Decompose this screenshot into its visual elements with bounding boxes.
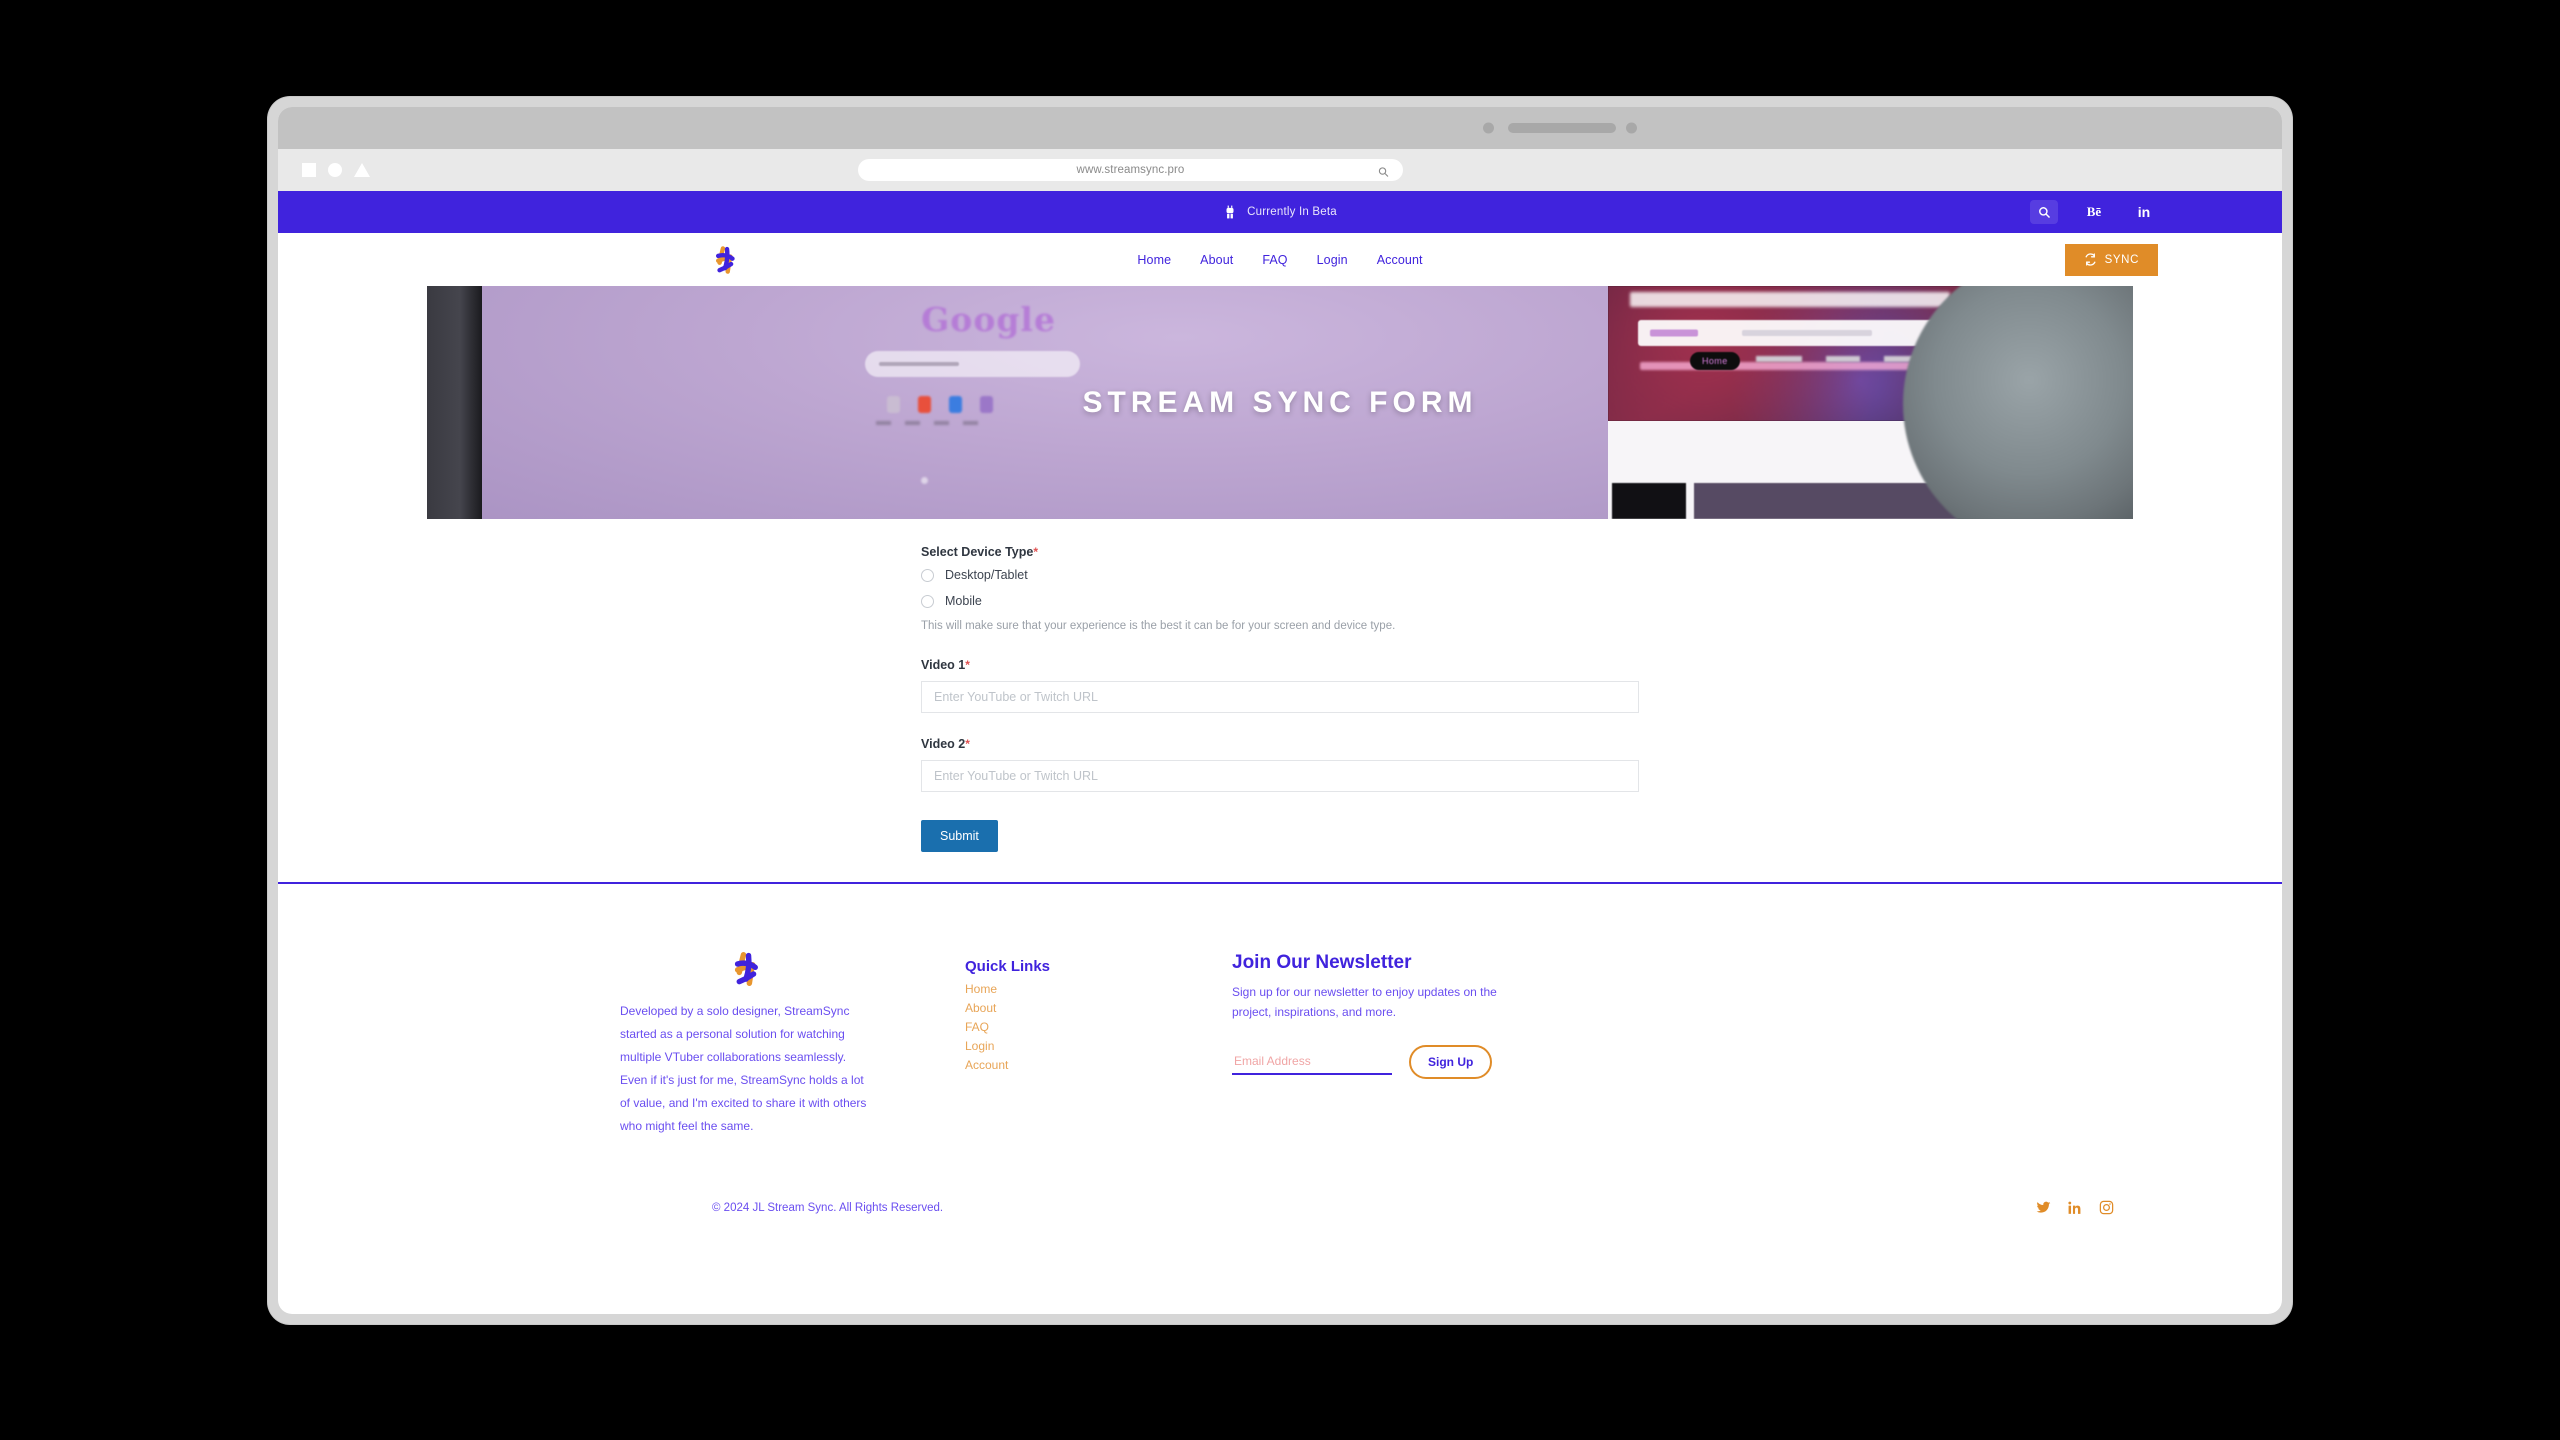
video1-input[interactable] — [921, 681, 1639, 713]
radio-mobile-label: Mobile — [945, 594, 982, 608]
newsletter-signup-button[interactable]: Sign Up — [1409, 1044, 1493, 1079]
nav-link-faq[interactable]: FAQ — [1262, 253, 1287, 267]
quick-links-title: Quick Links — [965, 958, 1051, 975]
window-controls — [302, 163, 370, 177]
robot-icon — [1223, 205, 1237, 219]
footer-link-faq[interactable]: FAQ — [965, 1020, 1232, 1034]
hero-banner: Google Home STREAM SYNC FORM — [427, 286, 2133, 519]
instagram-icon[interactable] — [2099, 1200, 2114, 1215]
footer-newsletter-column: Join Our Newsletter Sign up for our news… — [1232, 948, 1652, 1079]
beta-announcement-bar: Currently In Beta Bē in — [278, 191, 2282, 233]
twitter-icon[interactable] — [2036, 1200, 2051, 1215]
linkedin-icon[interactable]: in — [2130, 200, 2158, 224]
site-content: Currently In Beta Bē in Home About FAQ L… — [278, 191, 2282, 1242]
browser-window: www.streamsync.pro Currently In Beta Bē … — [278, 107, 2282, 1314]
video1-label-text: Video 1 — [921, 658, 966, 672]
titlebar-tab-pill[interactable] — [1508, 123, 1616, 133]
linkedin-icon[interactable] — [2068, 1201, 2082, 1215]
nav-links: Home About FAQ Login Account — [1137, 253, 1422, 267]
url-text: www.streamsync.pro — [1076, 164, 1185, 176]
main-navigation: Home About FAQ Login Account SYNC — [278, 233, 2282, 286]
newsletter-subtitle: Sign up for our newsletter to enjoy upda… — [1232, 985, 1497, 1019]
radio-option-desktop-tablet[interactable]: Desktop/Tablet — [921, 568, 1639, 582]
footer-link-about[interactable]: About — [965, 1001, 1232, 1015]
sync-button-label: SYNC — [2104, 253, 2139, 266]
video2-label-text: Video 2 — [921, 737, 966, 751]
nav-link-login[interactable]: Login — [1317, 253, 1348, 267]
newsletter-title: Join Our Newsletter — [1232, 952, 1412, 973]
site-footer: Developed by a solo designer, StreamSync… — [278, 884, 2282, 1242]
search-icon[interactable] — [2030, 200, 2058, 224]
footer-quick-links-column: Quick Links Home About FAQ Login Account — [872, 948, 1232, 1077]
titlebar-dot-left — [1483, 122, 1494, 134]
required-marker: * — [965, 737, 970, 751]
nav-link-account[interactable]: Account — [1377, 253, 1423, 267]
browser-toolbar: www.streamsync.pro — [278, 149, 2282, 191]
radio-desktop-tablet[interactable] — [921, 568, 934, 582]
newsletter-email-input[interactable] — [1232, 1048, 1392, 1075]
titlebar-dot-right — [1626, 122, 1637, 134]
required-marker: * — [965, 658, 970, 672]
radio-mobile[interactable] — [921, 594, 934, 608]
newsletter-form: Sign Up — [1232, 1044, 1652, 1079]
search-icon[interactable] — [1378, 165, 1389, 177]
square-icon[interactable] — [302, 163, 316, 177]
copyright-text: © 2024 JL Stream Sync. All Rights Reserv… — [712, 1201, 944, 1214]
device-frame: www.streamsync.pro Currently In Beta Bē … — [268, 97, 2292, 1324]
video1-label: Video 1* — [921, 658, 1639, 672]
beta-label: Currently In Beta — [1247, 206, 1337, 218]
device-type-label: Select Device Type* — [921, 545, 1639, 559]
device-type-help-text: This will make sure that your experience… — [921, 620, 1396, 632]
radio-desktop-tablet-label: Desktop/Tablet — [945, 568, 1028, 582]
streamsync-logo[interactable] — [708, 243, 742, 277]
circle-icon[interactable] — [328, 163, 342, 177]
behance-icon[interactable]: Bē — [2080, 200, 2108, 224]
video1-field: Video 1* — [921, 658, 1639, 713]
nav-link-about[interactable]: About — [1200, 253, 1233, 267]
radio-option-mobile[interactable]: Mobile — [921, 594, 1639, 608]
triangle-icon[interactable] — [354, 163, 370, 177]
nav-link-home[interactable]: Home — [1137, 253, 1171, 267]
device-type-label-text: Select Device Type — [921, 545, 1034, 559]
footer-about-text: Developed by a solo designer, StreamSync… — [620, 1004, 867, 1134]
footer-link-account[interactable]: Account — [965, 1058, 1232, 1072]
video2-label: Video 2* — [921, 737, 1639, 751]
required-marker: * — [1033, 545, 1039, 559]
behance-label: Bē — [2086, 204, 2102, 219]
url-bar[interactable]: www.streamsync.pro — [858, 159, 1403, 181]
video2-input[interactable] — [921, 760, 1639, 792]
refresh-icon — [2084, 253, 2097, 266]
video2-field: Video 2* — [921, 737, 1639, 792]
footer-about-column: Developed by a solo designer, StreamSync… — [402, 948, 872, 1138]
beta-message: Currently In Beta — [1223, 205, 1337, 219]
footer-social-links — [2036, 1200, 2114, 1215]
submit-button[interactable]: Submit — [921, 820, 998, 852]
beta-bar-actions: Bē in — [2030, 200, 2158, 224]
stream-sync-form: Select Device Type* Desktop/Tablet Mobil… — [278, 519, 2282, 882]
browser-titlebar — [278, 107, 2282, 149]
hero-title: STREAM SYNC FORM — [1082, 385, 1478, 419]
streamsync-logo — [725, 948, 767, 990]
footer-link-home[interactable]: Home — [965, 982, 1232, 996]
footer-bottom-bar: © 2024 JL Stream Sync. All Rights Reserv… — [278, 1200, 2282, 1241]
sync-button[interactable]: SYNC — [2064, 243, 2158, 276]
linkedin-label: in — [2137, 204, 2151, 220]
footer-link-login[interactable]: Login — [965, 1039, 1232, 1053]
